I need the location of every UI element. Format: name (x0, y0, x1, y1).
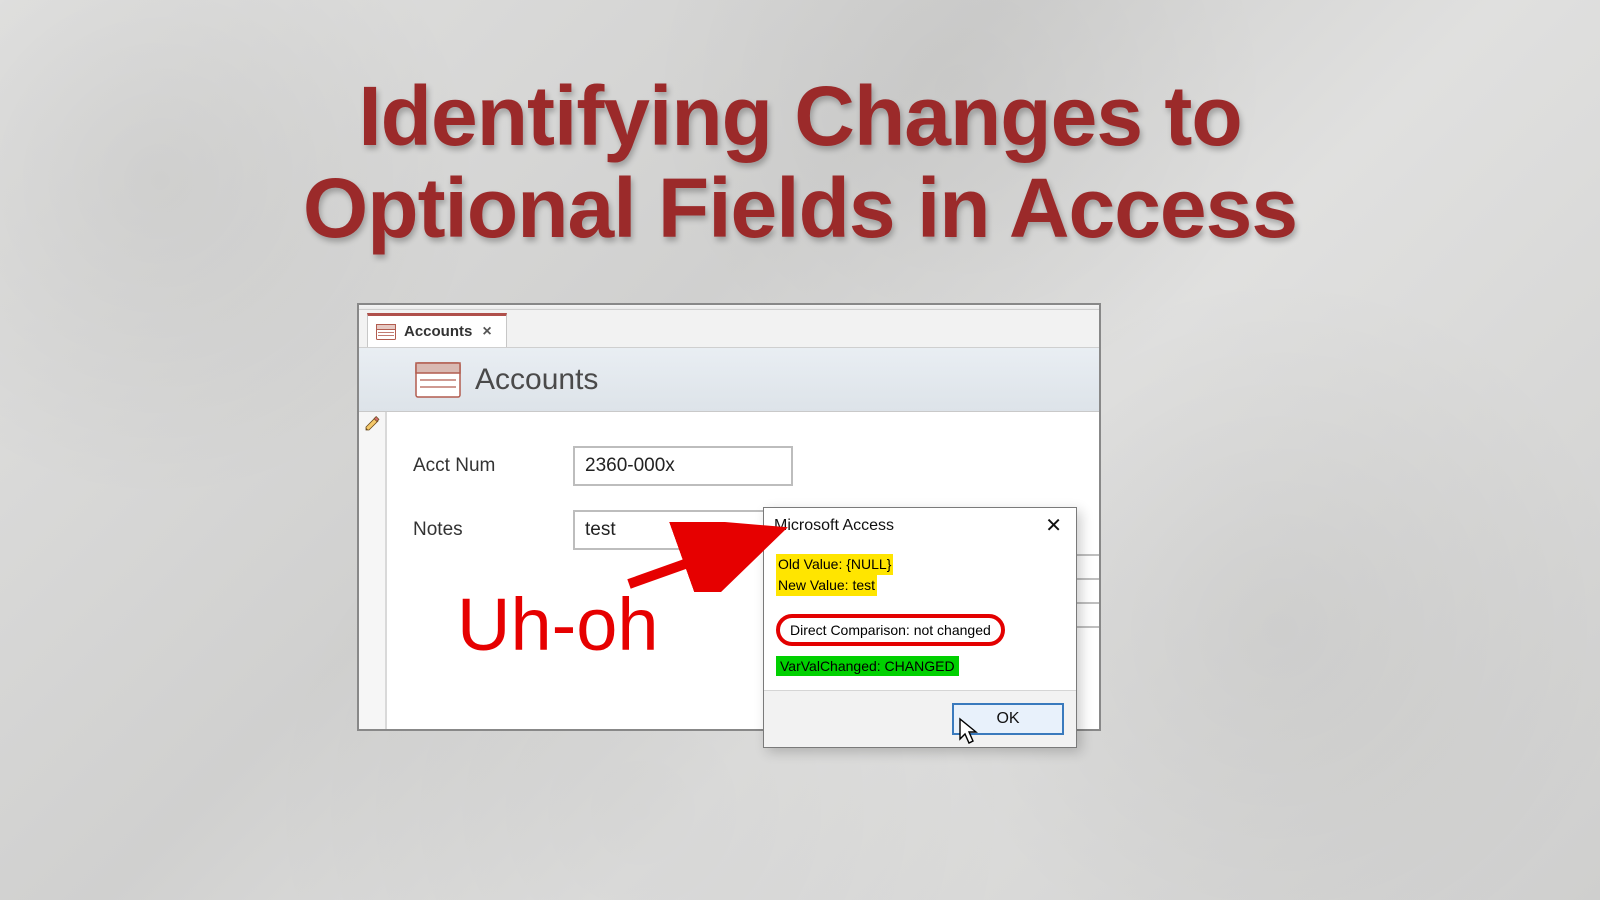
access-window: Accounts × Accounts (357, 303, 1101, 731)
form-header-icon (415, 362, 461, 398)
grid-lines (1075, 532, 1099, 642)
uh-oh-annotation: Uh-oh (457, 582, 659, 667)
acct-num-field[interactable] (573, 446, 793, 486)
headline: Identifying Changes to Optional Fields i… (40, 70, 1560, 255)
messagebox-title: Microsoft Access (774, 517, 894, 535)
document-tab-strip: Accounts × (359, 310, 1099, 348)
label-acct-num: Acct Num (413, 455, 573, 477)
tab-accounts[interactable]: Accounts × (367, 313, 507, 347)
varvalchanged-text: VarValChanged: CHANGED (776, 656, 959, 676)
form-icon (376, 324, 396, 340)
label-notes: Notes (413, 519, 573, 541)
record-selector[interactable] (359, 412, 387, 729)
form-header: Accounts (359, 348, 1099, 412)
direct-comparison-text: Direct Comparison: not changed (776, 614, 1005, 646)
tab-close-icon[interactable]: × (480, 323, 493, 341)
form-title: Accounts (475, 363, 598, 397)
messagebox-close-icon[interactable]: ✕ (1041, 516, 1066, 536)
headline-line1: Identifying Changes to (358, 69, 1241, 163)
notes-field[interactable] (573, 510, 793, 550)
messagebox: Microsoft Access ✕ Old Value: {NULL} New… (763, 507, 1077, 748)
headline-line2: Optional Fields in Access (303, 161, 1297, 255)
form-detail: Acct Num Notes Uh-oh Microsoft Acc (387, 412, 1099, 729)
tab-label: Accounts (404, 323, 472, 340)
cursor-icon (958, 717, 980, 750)
pencil-icon (364, 416, 380, 432)
old-value-text: Old Value: {NULL} (776, 554, 893, 575)
new-value-text: New Value: test (776, 575, 877, 596)
